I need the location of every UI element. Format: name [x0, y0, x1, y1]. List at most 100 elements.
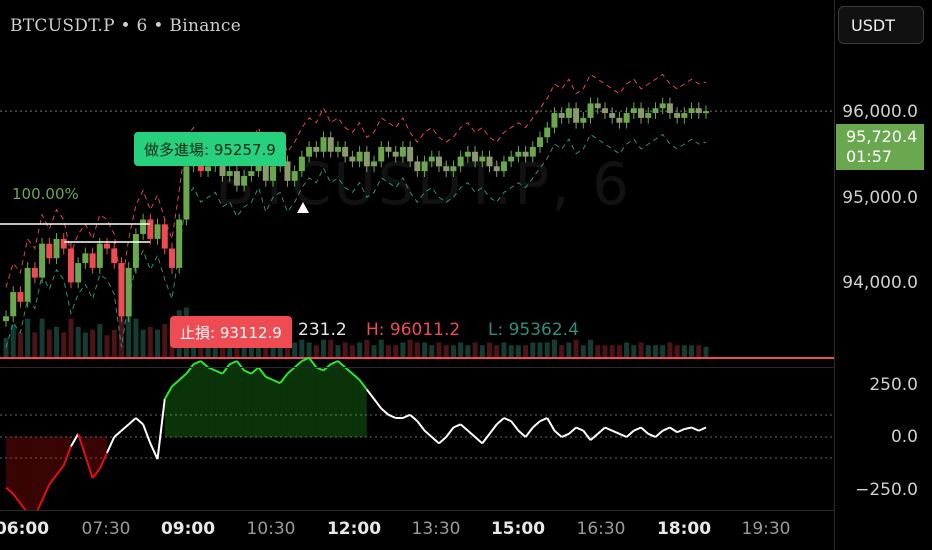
oscillator-line	[503, 417, 512, 423]
volume-bar	[573, 339, 579, 358]
oscillator-fill	[171, 380, 180, 437]
volume-bar	[407, 339, 413, 358]
price-tick: 96,000.0	[842, 102, 918, 122]
volume-bar	[82, 332, 88, 358]
time-tick: 09:00	[160, 519, 216, 539]
candle-body	[659, 103, 666, 109]
oscillator-line	[388, 413, 397, 419]
ohlc-close: 231.2	[298, 320, 347, 340]
candle-body	[472, 151, 479, 162]
volume-bar	[580, 345, 586, 358]
candle-body	[298, 156, 305, 172]
oscillator-fill	[208, 367, 216, 437]
oscillator-line	[669, 426, 678, 434]
oscillator-line	[654, 429, 664, 438]
candle-body	[147, 219, 154, 239]
volume-bar	[140, 329, 146, 358]
volume-bar	[335, 345, 341, 358]
oscillator-line	[625, 429, 635, 438]
pane-divider[interactable]	[0, 367, 834, 368]
candle-body	[601, 108, 608, 114]
candle-body	[233, 171, 240, 186]
oscillator-fill	[330, 361, 338, 437]
time-tick: 13:30	[411, 519, 461, 539]
volume-bar	[689, 345, 695, 358]
candle-body	[60, 238, 67, 249]
candle-body	[104, 243, 111, 249]
bar-countdown: 01:57	[846, 147, 893, 166]
volume-bar	[147, 326, 153, 358]
last-price-label: 95,720.4 01:57	[836, 124, 924, 170]
volume-bar	[696, 345, 702, 358]
stop-loss-label[interactable]: 止損: 93112.9	[170, 316, 292, 348]
chart-canvas[interactable]	[0, 0, 834, 510]
candle-body	[3, 316, 9, 322]
candle-body	[674, 113, 681, 118]
candle-body	[226, 171, 233, 176]
candle-body	[378, 146, 385, 162]
upper-band-line	[5, 73, 707, 288]
volume-bar	[17, 332, 23, 358]
volume-bar	[458, 342, 464, 358]
candle-body	[500, 161, 507, 172]
candle-body	[313, 146, 320, 152]
candle-body	[515, 151, 522, 157]
oscillator-line	[517, 429, 527, 438]
oscillator-line	[459, 423, 469, 432]
volume-bar	[299, 339, 305, 358]
volume-bar	[133, 318, 139, 358]
oscillator-line	[698, 426, 707, 432]
candle-body	[587, 103, 594, 118]
oscillator-line	[604, 426, 613, 432]
oscillator-line	[684, 426, 692, 431]
oscillator-tick: 250.0	[869, 375, 918, 395]
candle-body	[168, 248, 175, 268]
volume-bar	[414, 342, 420, 358]
candle-body	[573, 108, 580, 123]
candle-body	[551, 113, 558, 128]
volume-bar	[674, 345, 680, 358]
oscillator-fill	[244, 370, 252, 437]
candle-body	[161, 224, 168, 249]
candle-body	[183, 166, 190, 220]
candle-body	[363, 151, 370, 167]
candle-body	[241, 175, 248, 186]
long-entry-label[interactable]: 做多進場: 95257.9	[134, 132, 286, 166]
oscillator-fill	[273, 380, 281, 437]
candle-body	[385, 146, 392, 152]
volume-bar	[515, 345, 521, 358]
volume-bar	[422, 342, 428, 358]
oscillator-fill	[345, 367, 353, 437]
oscillator-fill	[294, 361, 302, 437]
oscillator-fill	[215, 370, 223, 437]
volume-bar	[588, 339, 594, 358]
volume-bar	[436, 342, 442, 358]
candle-body	[666, 103, 673, 114]
candle-body	[399, 146, 406, 157]
volume-bar	[559, 345, 565, 358]
oscillator-fill	[27, 437, 35, 510]
volume-bar	[551, 339, 557, 358]
volume-bar	[39, 318, 45, 358]
time-tick: 15:00	[490, 519, 546, 539]
oscillator-fill	[13, 437, 21, 504]
candle-body	[508, 156, 515, 162]
volume-bar	[450, 345, 456, 358]
volume-bar	[328, 339, 334, 358]
oscillator-fill	[193, 361, 201, 437]
volume-bar	[378, 339, 384, 358]
candle-body	[450, 166, 457, 172]
candle-body	[630, 108, 637, 114]
volume-bar	[624, 342, 630, 358]
oscillator-fill	[316, 367, 324, 437]
candle-body	[688, 108, 695, 114]
currency-button[interactable]: USDT	[838, 6, 924, 44]
volume-bar	[155, 329, 161, 358]
candle-body	[176, 219, 183, 268]
volume-bar	[357, 342, 363, 358]
candle-body	[320, 137, 327, 152]
volume-bar	[537, 342, 543, 358]
candle-body	[435, 156, 442, 167]
oscillator-line	[135, 417, 144, 426]
oscillator-line	[128, 417, 137, 426]
